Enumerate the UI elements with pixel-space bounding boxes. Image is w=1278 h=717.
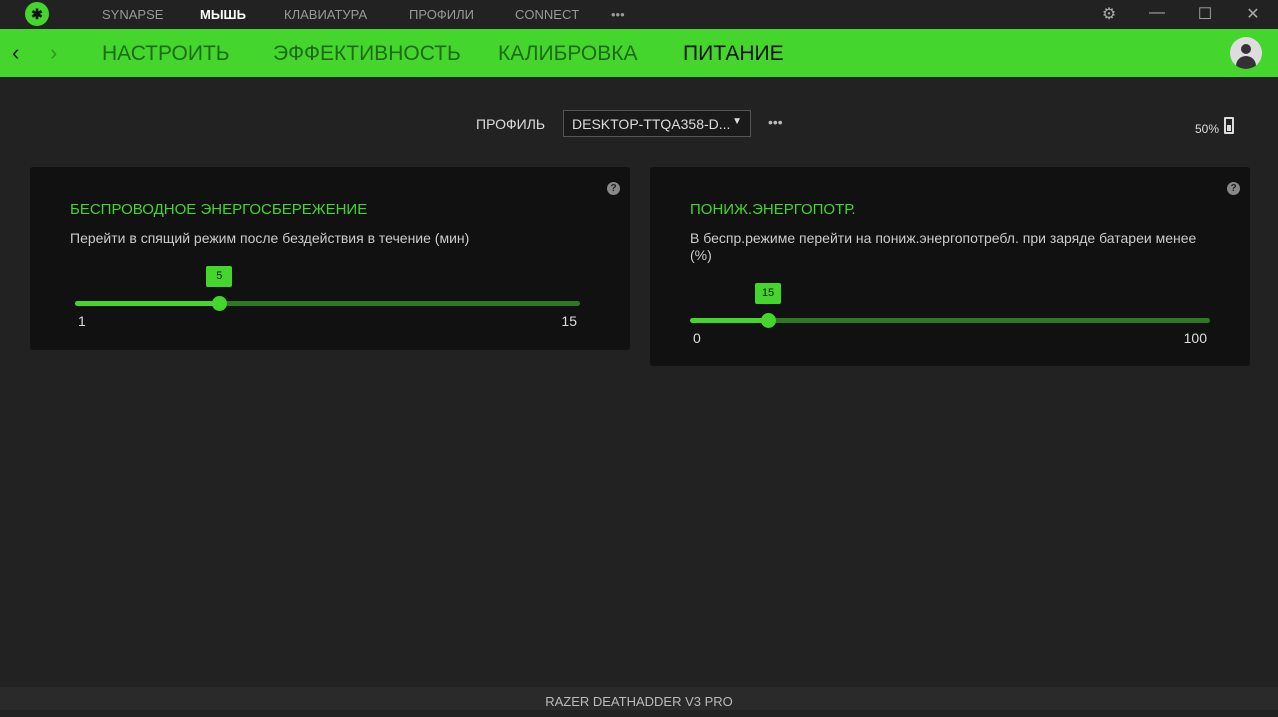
profile-value: DESKTOP-TTQA358-D... [572,116,731,132]
help-icon[interactable]: ? [1227,182,1240,195]
nav-keyboard[interactable]: КЛАВИАТУРА [284,7,367,22]
battery-icon [1224,117,1234,134]
profile-more-button[interactable]: ••• [768,114,783,130]
slider-thumb[interactable] [761,313,776,328]
slider-thumb[interactable] [212,296,228,311]
low-power-slider[interactable]: 15 0 100 [690,283,1210,346]
card-description: Перейти в спящий режим после бездействия… [70,230,470,246]
slider-min-label: 0 [693,330,701,346]
close-icon[interactable]: ✕ [1243,4,1263,24]
minimize-icon[interactable]: — [1147,4,1167,22]
sleep-slider[interactable]: 5 1 15 [75,266,580,329]
low-power-card: ? ПОНИЖ.ЭНЕРГОПОТР. В беспр.режиме перей… [650,167,1250,366]
chevron-down-icon: ▼ [732,116,742,127]
wireless-power-saving-card: ? БЕСПРОВОДНОЕ ЭНЕРГОСБЕРЕЖЕНИЕ Перейти … [30,167,630,350]
forward-arrow-icon[interactable]: › [50,40,57,66]
settings-gear-icon[interactable]: ⚙ [1099,4,1119,24]
battery-percent: 50% [1195,122,1220,136]
tab-performance[interactable]: ЭФФЕКТИВНОСТЬ [273,42,461,66]
profile-dropdown[interactable]: DESKTOP-TTQA358-D... ▼ [563,110,751,137]
slider-value-tooltip: 5 [206,266,233,287]
avatar[interactable] [1230,37,1262,69]
profile-label: ПРОФИЛЬ [476,116,546,132]
nav-mouse[interactable]: МЫШЬ [200,7,246,22]
slider-fill [690,318,768,323]
maximize-icon[interactable]: ☐ [1195,4,1215,24]
tab-power[interactable]: ПИТАНИЕ [683,42,784,66]
nav-more-button[interactable]: ••• [611,7,625,22]
slider-value-tooltip: 15 [755,283,781,304]
help-icon[interactable]: ? [607,182,620,195]
tab-calibration[interactable]: КАЛИБРОВКА [498,42,637,66]
razer-logo-icon[interactable]: ✱ [25,2,49,26]
nav-connect[interactable]: CONNECT [515,7,579,22]
card-title: ПОНИЖ.ЭНЕРГОПОТР. [690,201,856,218]
slider-max-label: 100 [1183,330,1207,346]
nav-profiles[interactable]: ПРОФИЛИ [409,7,474,22]
tab-customize[interactable]: НАСТРОИТЬ [102,42,230,66]
nav-synapse[interactable]: SYNAPSE [102,7,163,22]
title-bar: ✱ SYNAPSE МЫШЬ КЛАВИАТУРА ПРОФИЛИ CONNEC… [0,0,1278,29]
card-description: В беспр.режиме перейти на пониж.энергопо… [690,230,1197,263]
card-title: БЕСПРОВОДНОЕ ЭНЕРГОСБЕРЕЖЕНИЕ [70,201,368,218]
slider-min-label: 1 [78,313,86,329]
slider-max-label: 15 [561,313,577,329]
back-arrow-icon[interactable]: ‹ [12,40,19,66]
slider-fill [75,301,220,306]
device-name-footer: RAZER DEATHADDER V3 PRO [0,687,1278,710]
